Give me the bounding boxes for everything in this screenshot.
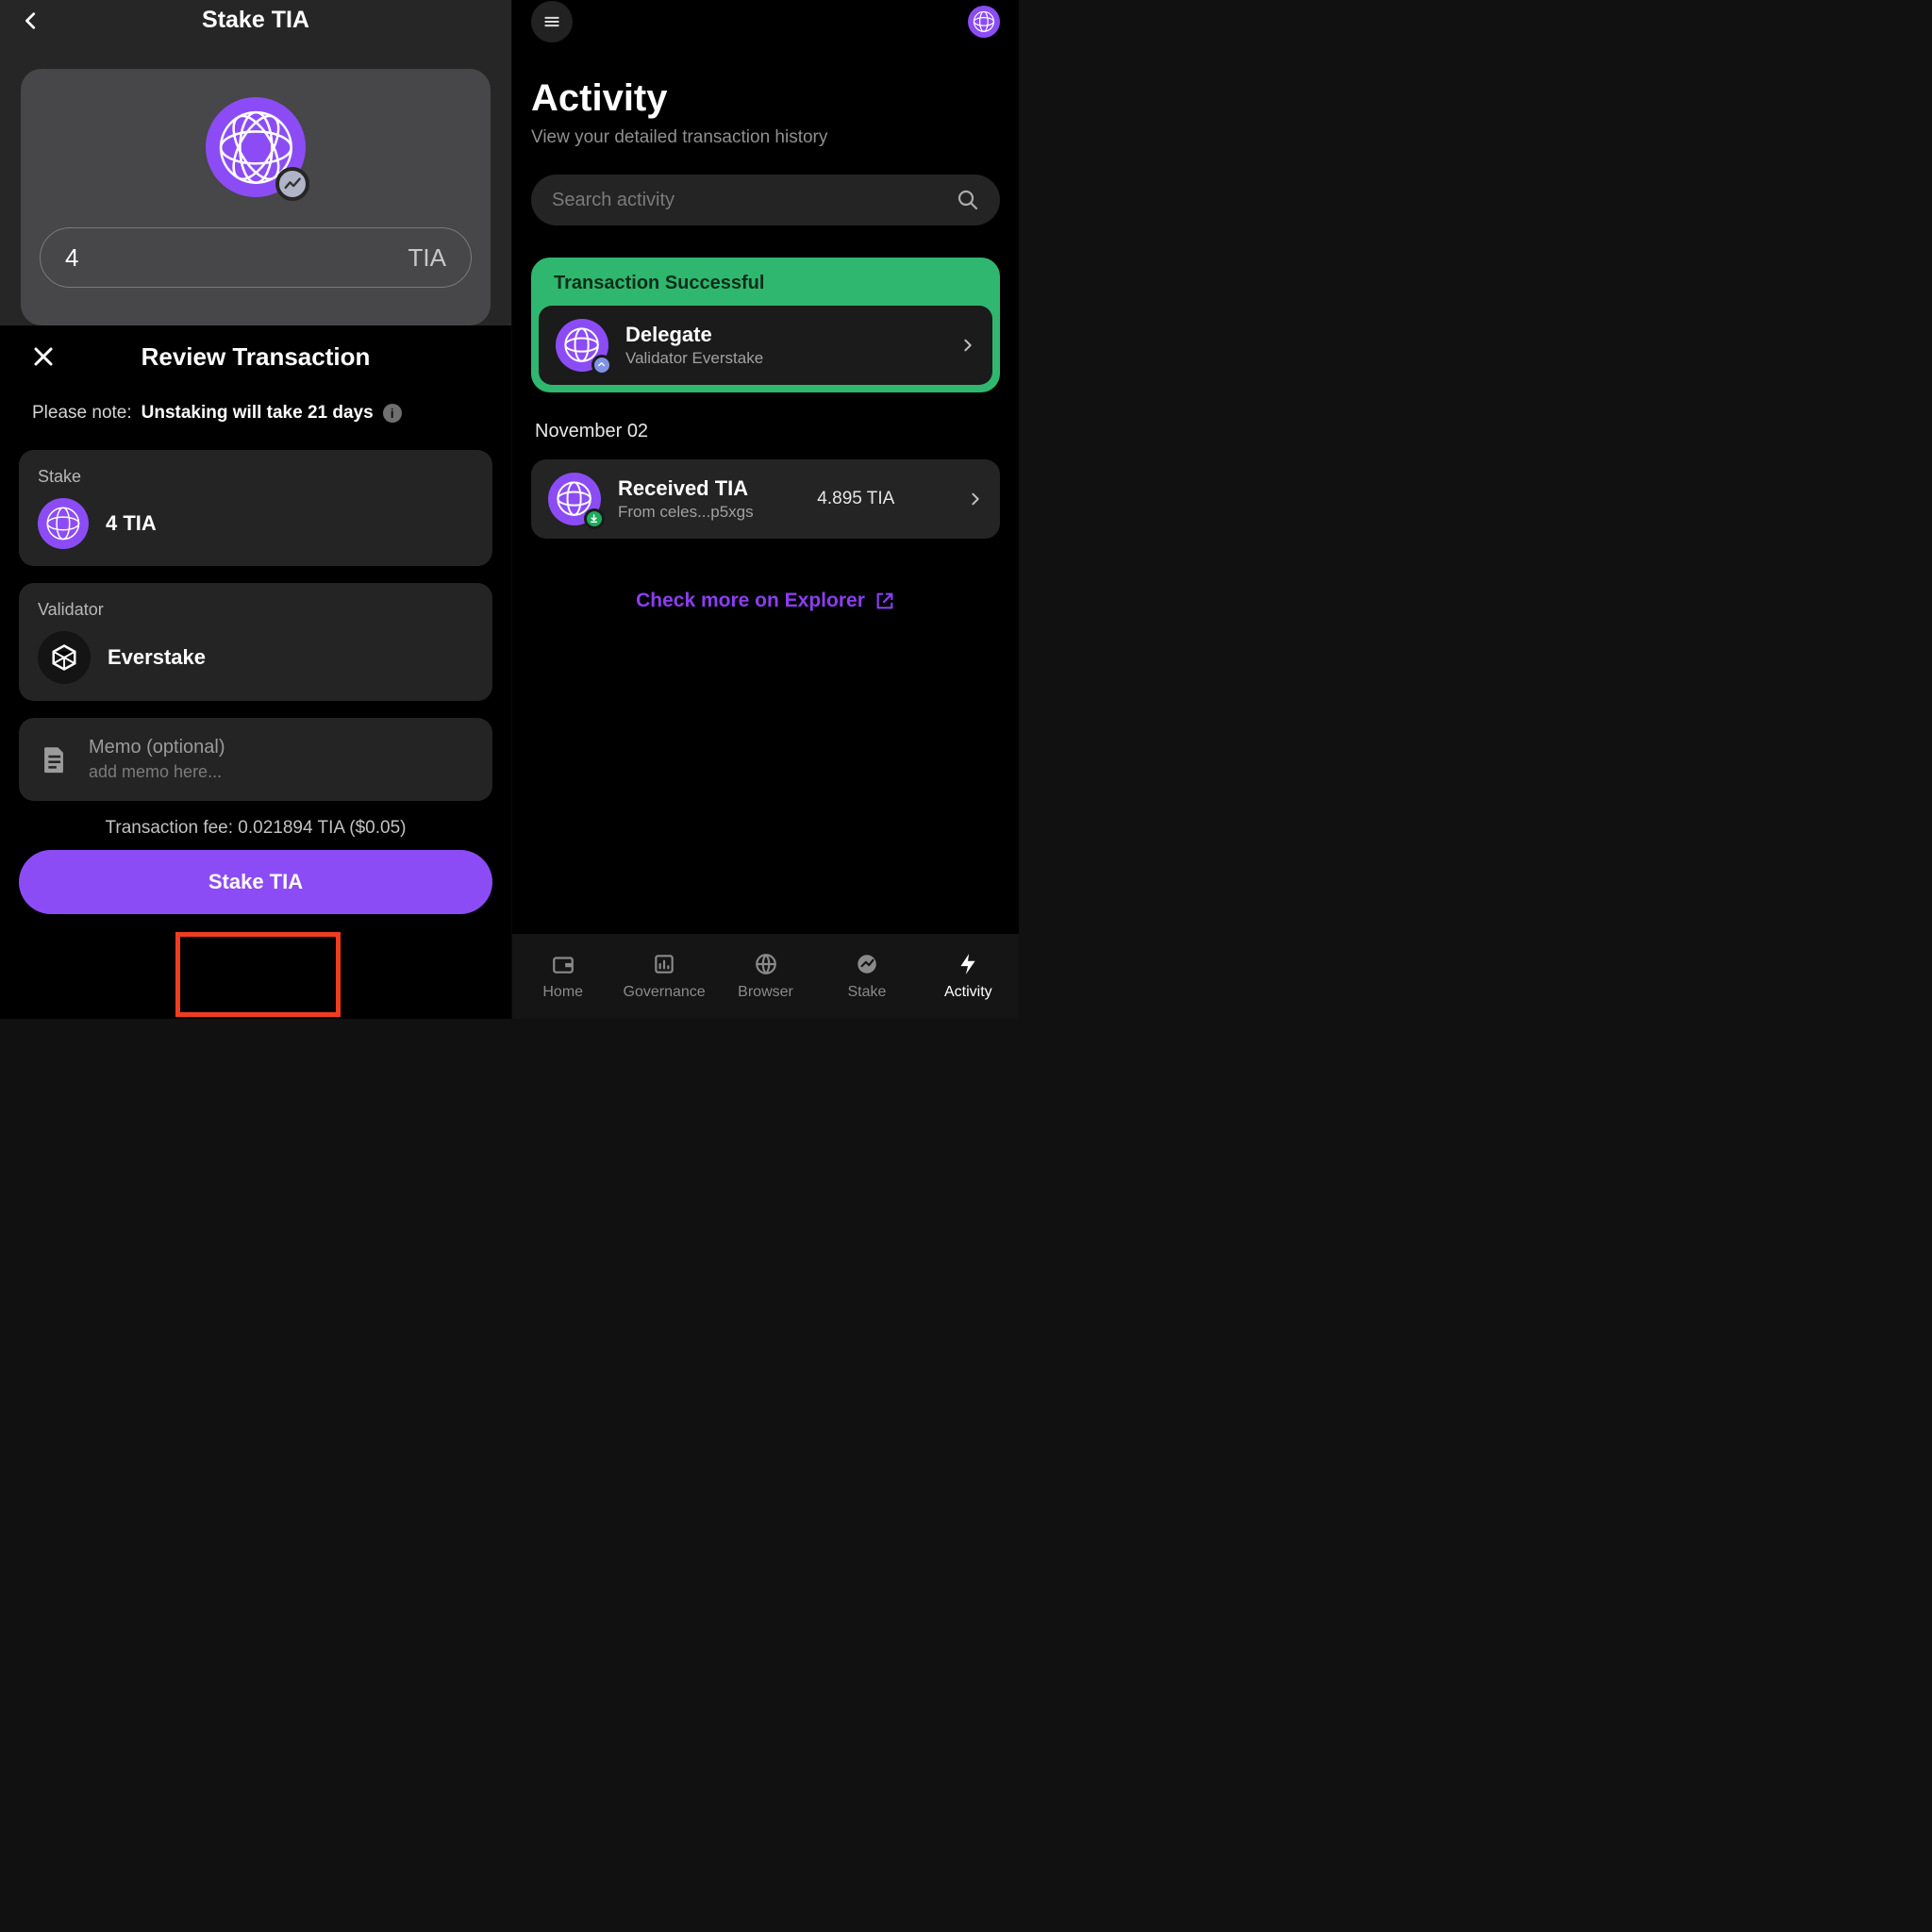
amount-value: 4 [65,243,78,273]
highlight-annotation [175,932,341,1017]
stake-button-label: Stake TIA [208,870,303,894]
fee-line: Transaction fee: 0.021894 TIA ($0.05) [19,818,492,839]
sheet-title: Review Transaction [142,342,371,372]
explorer-link[interactable]: Check more on Explorer [531,590,1000,612]
nav-governance-label: Governance [624,984,706,1001]
menu-button[interactable] [531,1,573,42]
delegate-row[interactable]: Delegate Validator Everstake [539,306,992,385]
token-logo-small [38,498,89,549]
bottom-nav: Home Governance Browser Stake Activity [512,934,1019,1019]
received-subtitle: From celes...p5xgs [618,503,754,522]
chevron-left-icon [21,10,42,31]
token-logo-small [548,473,601,525]
bar-chart-icon [652,952,676,976]
delegate-badge-icon [591,355,612,375]
stake-summary-block: Stake 4 TIA [19,450,492,566]
external-link-icon [874,591,895,611]
success-banner: Transaction Successful Delegate Validato… [531,258,1000,392]
received-title: Received TIA [618,476,754,501]
close-button[interactable] [32,345,55,368]
back-button[interactable] [21,10,42,31]
stake-label: Stake [38,467,474,487]
nav-activity[interactable]: Activity [918,934,1019,1019]
stake-input-card: 4 TIA [21,69,491,325]
globe-nav-icon [754,952,778,976]
bolt-icon [956,952,980,976]
globe-icon [45,506,81,541]
delegate-title: Delegate [625,323,763,347]
memo-placeholder: add memo here... [89,762,225,782]
activity-title: Activity [531,77,1000,120]
app-logo[interactable] [968,6,1000,38]
token-logo-small [556,319,608,372]
activity-subtitle: View your detailed transaction history [531,127,1000,148]
date-header: November 02 [531,421,1000,442]
info-icon[interactable]: i [383,404,402,423]
stake-amount-input[interactable]: 4 TIA [40,227,472,288]
received-amount: 4.895 TIA [817,489,894,509]
stake-confirm-button[interactable]: Stake TIA [19,850,492,914]
note-prefix: Please note: [32,403,132,424]
hamburger-icon [542,12,561,31]
received-row[interactable]: Received TIA From celes...p5xgs 4.895 TI… [531,459,1000,539]
nav-home-label: Home [542,984,583,1001]
hexagon-icon [50,643,78,672]
received-badge-icon [584,508,605,529]
nav-browser[interactable]: Browser [715,934,816,1019]
token-logo [206,97,306,197]
stake-top-area: Stake TIA 4 [0,0,511,325]
unstaking-note: Please note: Unstaking will take 21 days… [19,388,492,433]
delegate-subtitle: Validator Everstake [625,349,763,368]
search-input[interactable]: Search activity [531,175,1000,225]
activity-topbar [512,0,1019,43]
validator-block[interactable]: Validator Everstake [19,583,492,701]
chevron-right-icon [960,338,975,353]
search-placeholder: Search activity [552,190,675,211]
validator-icon [38,631,91,684]
note-bold: Unstaking will take 21 days [142,403,374,424]
explorer-link-label: Check more on Explorer [636,590,865,612]
close-icon [32,345,55,368]
nav-home[interactable]: Home [512,934,613,1019]
page-title: Stake TIA [202,7,309,34]
nav-stake-label: Stake [847,984,886,1001]
nav-activity-label: Activity [944,984,992,1001]
memo-title: Memo (optional) [89,737,225,758]
amount-ticker: TIA [408,243,446,273]
globe-icon [973,10,995,33]
review-sheet: Review Transaction Please note: Unstakin… [0,325,511,1019]
stake-screen: Stake TIA 4 [0,0,512,1019]
activity-screen: Activity View your detailed transaction … [512,0,1019,1019]
memo-input[interactable]: Memo (optional) add memo here... [19,718,492,801]
token-badge-icon [275,167,309,201]
nav-stake[interactable]: Stake [816,934,917,1019]
nav-governance[interactable]: Governance [613,934,714,1019]
chevron-right-icon [968,491,983,507]
stake-nav-icon [855,952,879,976]
stake-value: 4 TIA [106,511,157,536]
validator-name: Everstake [108,645,206,670]
nav-browser-label: Browser [738,984,793,1001]
validator-label: Validator [38,600,474,620]
stake-header: Stake TIA [0,0,511,41]
document-icon [38,743,70,775]
success-banner-label: Transaction Successful [533,259,998,306]
search-icon [957,189,979,211]
wallet-icon [551,952,575,976]
